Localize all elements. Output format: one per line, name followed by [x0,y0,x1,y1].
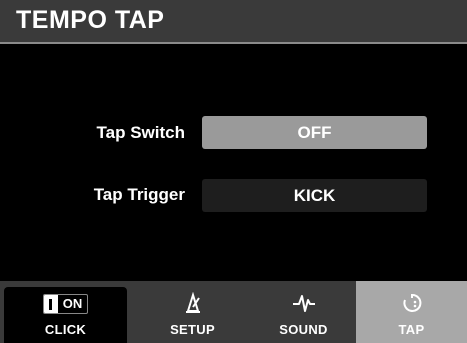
click-on-badge: ON [62,296,83,311]
tempo-tap-screen: TEMPO TAP Tap Switch OFF Tap Trigger KIC… [0,0,467,343]
header-bar: TEMPO TAP [0,0,467,44]
page-title: TEMPO TAP [16,6,165,34]
tap-trigger-label: Tap Trigger [93,185,185,204]
waveform-icon [248,291,359,315]
tab-sound[interactable]: SOUND [248,281,359,343]
tab-tap-label: TAP [398,322,425,337]
tab-setup-label: SETUP [170,322,215,337]
tap-timer-icon [356,291,467,315]
tab-click[interactable]: ON CLICK [4,287,127,343]
tab-bar: ON CLICK SETUP SOUND TAP [0,281,467,343]
tap-switch-field[interactable]: OFF [202,116,427,149]
tab-setup[interactable]: SETUP [137,281,248,343]
on-toggle-icon: ON [4,292,127,316]
tab-click-label: CLICK [44,322,87,337]
tap-trigger-field[interactable]: KICK [202,179,427,212]
metronome-icon [137,291,248,315]
tap-switch-label: Tap Switch [96,123,185,142]
tab-tap[interactable]: TAP [356,281,467,343]
tab-sound-label: SOUND [279,322,328,337]
header-divider [0,42,467,44]
